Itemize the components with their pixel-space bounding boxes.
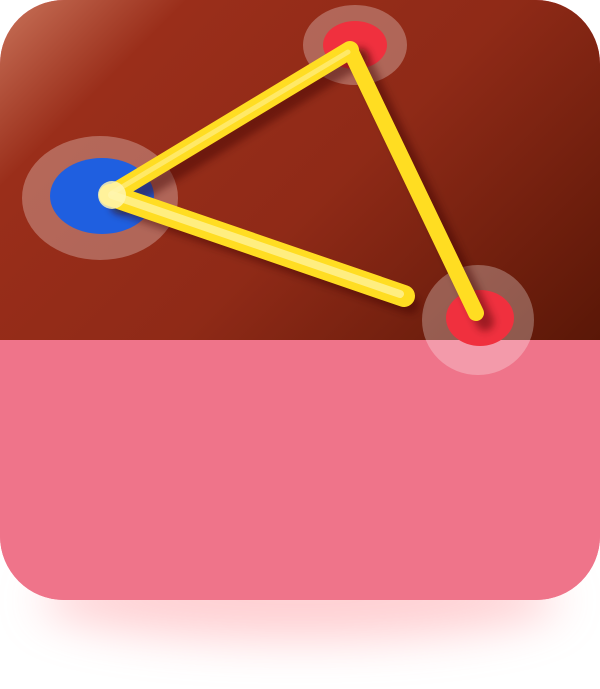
edge-highlight-top — [109, 49, 351, 196]
edge-highlight — [108, 191, 404, 298]
edge-joint-glow — [98, 181, 126, 209]
icon-stage — [0, 0, 600, 689]
app-icon[interactable] — [0, 0, 600, 600]
graph-drawing — [22, 5, 534, 375]
